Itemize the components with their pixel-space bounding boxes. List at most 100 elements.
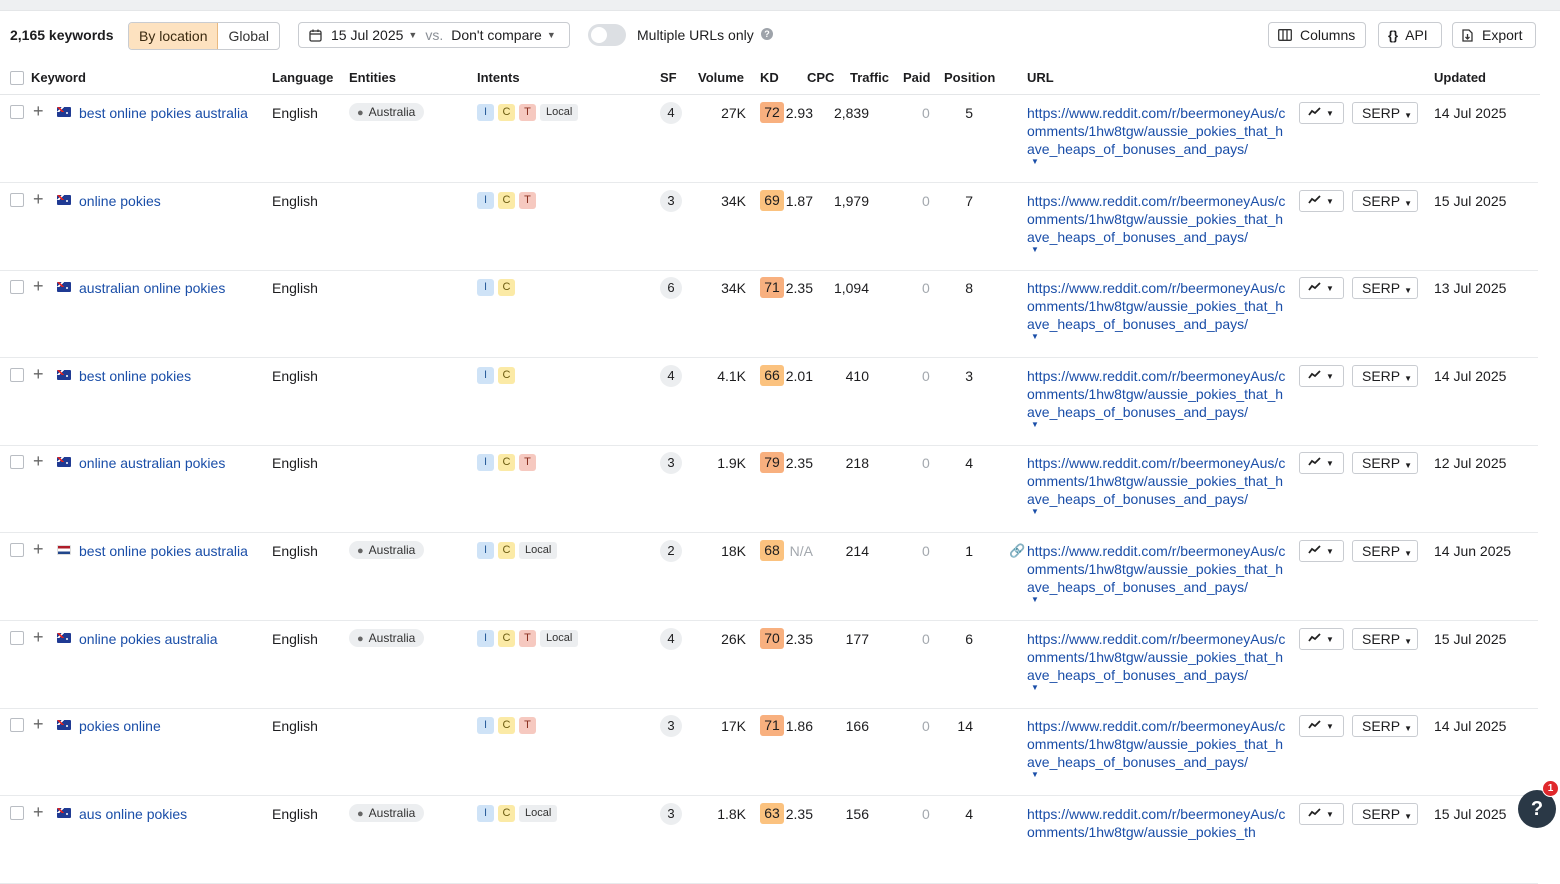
row-checkbox[interactable] xyxy=(10,805,24,820)
caret-down-icon[interactable]: ▼ xyxy=(1031,770,1039,779)
trend-dropdown[interactable]: ▼ xyxy=(1299,540,1344,562)
trend-dropdown[interactable]: ▼ xyxy=(1299,802,1344,825)
serp-dropdown[interactable]: SERP ▼ xyxy=(1352,540,1418,562)
row-checkbox[interactable] xyxy=(10,192,24,207)
keyword-link[interactable]: australian online pokies xyxy=(79,280,225,296)
col-volume[interactable]: Volume xyxy=(698,70,744,85)
keyword-link[interactable]: aus online pokies xyxy=(79,806,187,822)
keyword-link[interactable]: online pokies xyxy=(79,193,161,209)
serp-features-count[interactable]: 4 xyxy=(660,364,682,387)
keyword-link[interactable]: best online pokies australia xyxy=(79,105,248,121)
col-url[interactable]: URL xyxy=(1027,70,1054,85)
keyword-link[interactable]: online australian pokies xyxy=(79,455,225,471)
caret-down-icon[interactable]: ▼ xyxy=(1031,507,1039,516)
entity-chip[interactable]: ● Australia xyxy=(349,803,425,822)
row-checkbox[interactable] xyxy=(10,630,24,645)
add-to-list-icon[interactable]: + xyxy=(33,451,44,472)
trend-dropdown[interactable]: ▼ xyxy=(1299,452,1344,475)
trend-icon xyxy=(1308,808,1321,817)
entity-chip[interactable]: ● Australia xyxy=(349,541,425,559)
serp-features-count[interactable]: 3 xyxy=(660,189,682,212)
serp-features-count[interactable]: 2 xyxy=(660,540,682,562)
add-to-list-icon[interactable]: + xyxy=(33,364,44,385)
add-to-list-icon[interactable]: + xyxy=(33,189,44,210)
caret-down-icon[interactable]: ▼ xyxy=(1031,332,1039,341)
row-checkbox[interactable] xyxy=(10,718,24,733)
row-checkbox[interactable] xyxy=(10,367,24,382)
col-intents[interactable]: Intents xyxy=(477,70,520,85)
col-kd[interactable]: KD xyxy=(760,70,779,85)
url-link[interactable]: https://www.reddit.com/r/beermoneyAus/co… xyxy=(1027,104,1287,158)
row-checkbox[interactable] xyxy=(10,543,24,557)
multiple-urls-toggle[interactable] xyxy=(588,24,626,46)
serp-dropdown[interactable]: SERP ▼ xyxy=(1352,364,1418,387)
keyword-link[interactable]: online pokies australia xyxy=(79,631,218,647)
serp-dropdown[interactable]: SERP ▼ xyxy=(1352,627,1418,650)
trend-dropdown[interactable]: ▼ xyxy=(1299,715,1344,738)
col-position[interactable]: Position xyxy=(944,70,995,85)
url-link[interactable]: https://www.reddit.com/r/beermoneyAus/co… xyxy=(1027,454,1287,508)
url-link[interactable]: https://www.reddit.com/r/beermoneyAus/co… xyxy=(1027,630,1287,684)
caret-down-icon[interactable]: ▼ xyxy=(1031,420,1039,429)
by-location-button[interactable]: By location xyxy=(129,23,219,49)
serp-dropdown[interactable]: SERP ▼ xyxy=(1352,715,1418,738)
serp-features-count[interactable]: 3 xyxy=(660,452,682,475)
serp-features-count[interactable]: 4 xyxy=(660,102,682,124)
help-icon[interactable]: ? xyxy=(761,28,773,40)
keyword-link[interactable]: best online pokies australia xyxy=(79,543,248,559)
table-row: + aus online pokies English ● Australia I C Loc… xyxy=(0,796,1538,884)
serp-features-count[interactable]: 3 xyxy=(660,715,682,738)
url-link[interactable]: https://www.reddit.com/r/beermoneyAus/co… xyxy=(1027,805,1287,841)
col-paid[interactable]: Paid xyxy=(903,70,930,85)
serp-dropdown[interactable]: SERP ▼ xyxy=(1352,189,1418,212)
trend-dropdown[interactable]: ▼ xyxy=(1299,189,1344,212)
serp-features-count[interactable]: 6 xyxy=(660,277,682,300)
keyword-link[interactable]: pokies online xyxy=(79,718,161,734)
add-to-list-icon[interactable]: + xyxy=(33,101,44,122)
entity-chip[interactable]: ● Australia xyxy=(349,103,425,121)
caret-down-icon[interactable]: ▼ xyxy=(1031,245,1039,254)
entity-chip[interactable]: ● Australia xyxy=(349,628,425,647)
serp-dropdown[interactable]: SERP ▼ xyxy=(1352,102,1418,124)
url-link[interactable]: https://www.reddit.com/r/beermoneyAus/co… xyxy=(1027,717,1287,771)
select-all-checkbox[interactable] xyxy=(10,71,24,85)
add-to-list-icon[interactable]: + xyxy=(33,276,44,297)
trend-dropdown[interactable]: ▼ xyxy=(1299,627,1344,650)
serp-features-count[interactable]: 3 xyxy=(660,802,682,825)
caret-down-icon[interactable]: ▼ xyxy=(1031,683,1039,692)
trend-dropdown[interactable]: ▼ xyxy=(1299,102,1344,124)
url-link[interactable]: https://www.reddit.com/r/beermoneyAus/co… xyxy=(1027,367,1287,421)
columns-button[interactable]: Columns xyxy=(1268,22,1366,48)
api-button[interactable]: {} API xyxy=(1378,22,1442,48)
trend-dropdown[interactable]: ▼ xyxy=(1299,277,1344,300)
caret-down-icon[interactable]: ▼ xyxy=(1031,595,1039,604)
serp-dropdown[interactable]: SERP ▼ xyxy=(1352,277,1418,300)
global-button[interactable]: Global xyxy=(218,23,278,49)
col-updated[interactable]: Updated xyxy=(1434,70,1486,85)
url-link[interactable]: https://www.reddit.com/r/beermoneyAus/co… xyxy=(1027,542,1287,596)
col-cpc[interactable]: CPC xyxy=(807,70,834,85)
serp-dropdown[interactable]: SERP ▼ xyxy=(1352,802,1418,825)
date-picker[interactable]: 15 Jul 2025 ▼ vs. Don't compare ▼ xyxy=(298,22,570,48)
col-traffic[interactable]: Traffic xyxy=(850,70,889,85)
caret-down-icon[interactable]: ▼ xyxy=(1031,157,1039,166)
col-language[interactable]: Language xyxy=(272,70,333,85)
add-to-list-icon[interactable]: + xyxy=(33,714,44,735)
url-link[interactable]: https://www.reddit.com/r/beermoneyAus/co… xyxy=(1027,192,1287,246)
row-checkbox[interactable] xyxy=(10,455,24,470)
serp-dropdown[interactable]: SERP ▼ xyxy=(1352,452,1418,475)
col-keyword[interactable]: Keyword xyxy=(31,70,86,85)
add-to-list-icon[interactable]: + xyxy=(33,802,44,823)
add-to-list-icon[interactable]: + xyxy=(33,627,44,648)
row-checkbox[interactable] xyxy=(10,280,24,295)
export-button[interactable]: Export xyxy=(1452,22,1536,48)
col-sf[interactable]: SF xyxy=(660,70,677,85)
add-to-list-icon[interactable]: + xyxy=(33,539,44,560)
trend-dropdown[interactable]: ▼ xyxy=(1299,364,1344,387)
intents: I C T Local xyxy=(477,104,579,121)
row-checkbox[interactable] xyxy=(10,105,24,119)
serp-features-count[interactable]: 4 xyxy=(660,627,682,650)
col-entities[interactable]: Entities xyxy=(349,70,396,85)
url-link[interactable]: https://www.reddit.com/r/beermoneyAus/co… xyxy=(1027,279,1287,333)
keyword-link[interactable]: best online pokies xyxy=(79,368,191,384)
